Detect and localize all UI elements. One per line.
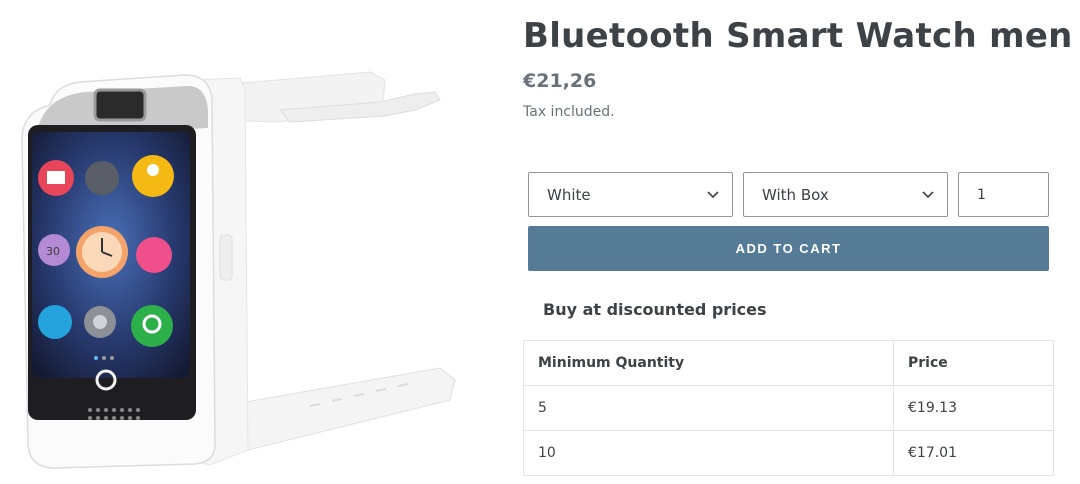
quantity-value: 1 [977,186,986,203]
smartwatch-illustration: 30 [21,71,456,469]
quantity-input[interactable]: 1 [958,172,1049,217]
chevron-down-icon [707,191,719,199]
header-price: Price [893,340,1054,386]
header-min-quantity: Minimum Quantity [523,340,894,386]
row-price: €17.01 [893,430,1054,476]
product-price: €21,26 [523,70,597,92]
chevron-down-icon [922,191,934,199]
add-to-cart-button[interactable]: ADD TO CART [528,226,1049,271]
color-select[interactable]: White [528,172,733,217]
row-quantity: 10 [523,430,894,476]
row-quantity: 5 [523,385,894,431]
table-row: 10 €17.01 [523,430,1054,476]
discount-table: Minimum Quantity Price 5 €19.13 10 €17.0… [523,340,1054,476]
product-image[interactable]: 30 [10,50,480,480]
product-title: Bluetooth Smart Watch men [523,16,1073,56]
watch-date-text: 30 [46,245,60,258]
tax-note: Tax included. [523,104,615,120]
row-price: €19.13 [893,385,1054,431]
package-select-value: With Box [762,185,829,204]
package-select[interactable]: With Box [743,172,948,217]
table-header-row: Minimum Quantity Price [523,340,1054,386]
color-select-value: White [547,185,591,204]
discount-title: Buy at discounted prices [543,300,767,319]
table-row: 5 €19.13 [523,385,1054,431]
